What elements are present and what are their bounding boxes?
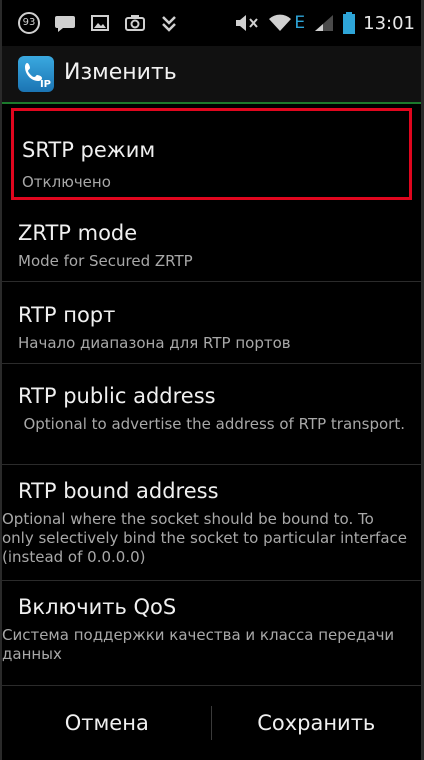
status-left-icons: 93 xyxy=(18,10,178,36)
chat-icon xyxy=(55,16,75,32)
download-icon xyxy=(162,16,176,32)
setting-title: RTP порт xyxy=(18,303,116,327)
signal-icon xyxy=(315,15,334,31)
setting-subtitle: Mode for Secured ZRTP xyxy=(18,252,193,270)
mute-icon xyxy=(236,15,259,31)
setting-subtitle: Optional where the socket should be boun… xyxy=(2,510,407,566)
battery-icon xyxy=(343,12,356,34)
setting-rtp-port[interactable]: RTP порт Начало диапазона для RTP портов xyxy=(2,282,421,364)
setting-subtitle: Система поддержки качества и класса пере… xyxy=(2,626,395,663)
app-icon[interactable]: IP xyxy=(18,56,54,92)
save-button-label: Сохранить xyxy=(257,711,376,735)
setting-title: Включить QoS xyxy=(18,595,177,619)
setting-rtp-bound-address[interactable]: RTP bound address Optional where the soc… xyxy=(2,465,421,581)
setting-title: SRTP режим xyxy=(22,138,156,162)
action-bar: IP Изменить xyxy=(2,46,421,104)
setting-title: RTP public address xyxy=(18,384,216,408)
save-button[interactable]: Сохранить xyxy=(212,686,422,760)
cancel-button[interactable]: Отмена xyxy=(2,686,212,760)
setting-title: ZRTP mode xyxy=(18,221,138,245)
setting-subtitle: Optional to advertise the address of RTP… xyxy=(23,415,405,433)
cancel-button-label: Отмена xyxy=(64,711,149,735)
notification-count-icon: 93 xyxy=(18,12,40,34)
gallery-icon xyxy=(91,15,109,31)
network-type-icon: E xyxy=(294,13,306,33)
status-right-icons: E 13:01 xyxy=(234,10,415,36)
camera-icon xyxy=(125,15,145,31)
setting-srtp-mode[interactable]: SRTP режим Отключено xyxy=(11,108,412,200)
setting-rtp-public-address[interactable]: RTP public address Optional to advertise… xyxy=(2,364,421,465)
settings-list: SRTP режим Отключено ZRTP mode Mode for … xyxy=(2,104,421,681)
setting-subtitle: Отключено xyxy=(22,173,111,191)
screen-frame: 93 E 13:01 IP Изменить SRTP режим Отключ… xyxy=(0,0,424,760)
setting-title: RTP bound address xyxy=(18,479,219,503)
page-title: Изменить xyxy=(64,60,177,85)
setting-enable-qos[interactable]: Включить QoS Система поддержки качества … xyxy=(2,581,421,681)
button-bar: Отмена Сохранить xyxy=(2,685,421,760)
wifi-icon xyxy=(269,14,292,31)
status-bar: 93 E 13:01 xyxy=(2,0,421,46)
setting-zrtp-mode[interactable]: ZRTP mode Mode for Secured ZRTP xyxy=(2,200,421,282)
clock: 13:01 xyxy=(363,12,415,34)
setting-subtitle: Начало диапазона для RTP портов xyxy=(18,334,291,352)
app-icon-label: IP xyxy=(39,79,51,90)
